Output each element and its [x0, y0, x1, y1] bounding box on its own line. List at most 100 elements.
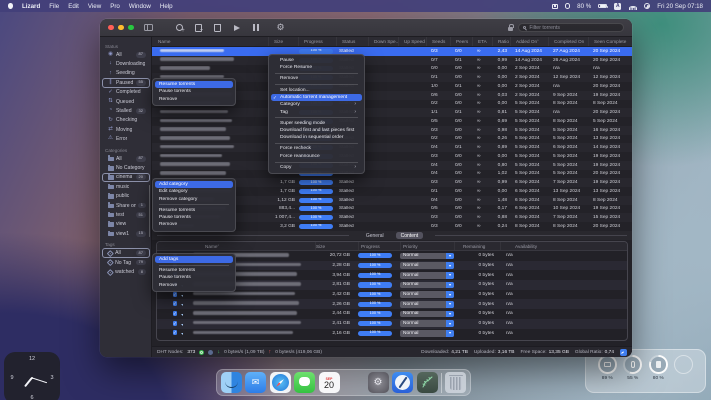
- menu-item-category[interactable]: Category ›: [271, 101, 362, 108]
- sidebar-item-music[interactable]: music: [102, 182, 150, 191]
- menu-item-super-seeding-mode[interactable]: Super seeding mode: [271, 120, 362, 127]
- sidebar-item-watched[interactable]: watched 8: [102, 267, 150, 276]
- add-torrent-file-button[interactable]: [194, 23, 204, 34]
- menu-item-download-first-and-last-pieces-first[interactable]: Download first and last pieces first: [271, 127, 362, 134]
- dock-app-store[interactable]: [343, 372, 364, 393]
- sidebar-item-stalled[interactable]: ◔ Stalled 32: [102, 106, 150, 115]
- column-header-down-spe[interactable]: Down Spe...: [368, 37, 398, 46]
- sidebar-item-queued[interactable]: ⇅ Queued: [102, 97, 150, 106]
- tab-content[interactable]: Content: [395, 232, 424, 239]
- sidebar-item-view1[interactable]: view1 15: [102, 229, 150, 238]
- file-row[interactable]: ✓ 2,16 GB 100 % Normal ▼ 0 bytes n/a: [157, 329, 627, 339]
- priority-dropdown[interactable]: Normal ▼: [400, 310, 454, 318]
- minimize-window-button[interactable]: [118, 24, 124, 31]
- file-column-header-remaining[interactable]: Remaining: [454, 242, 500, 250]
- torrent-row[interactable]: 100 %Stalled1/10/1∞0,815 Sep 2024n/a20 S…: [152, 108, 632, 117]
- sidebar-item-error[interactable]: ⚠ Error: [102, 135, 150, 144]
- menu-item-add-category[interactable]: Add category: [155, 181, 233, 189]
- menubar-clock[interactable]: Fri 20 Sep 07:18: [657, 3, 703, 10]
- torrent-row[interactable]: 100 %Stalled0/30/0∞0,985 Sep 20245 Sep 2…: [152, 125, 632, 135]
- file-row[interactable]: ✓ 2,44 GB 100 % Normal ▼ 0 bytes n/a: [157, 309, 627, 319]
- pause-button[interactable]: [251, 23, 261, 33]
- input-source-icon[interactable]: A: [614, 2, 622, 10]
- sidebar-item-downloading[interactable]: ↓ Downloading: [102, 59, 150, 68]
- speed-limit-icon[interactable]: [620, 348, 627, 356]
- dock-calendar[interactable]: SEP 20: [318, 372, 340, 393]
- file-column-header-priority[interactable]: Priority: [400, 242, 454, 250]
- column-header-ratio[interactable]: Ratio: [492, 37, 510, 46]
- priority-dropdown[interactable]: Normal ▼: [400, 262, 454, 269]
- menubar-menu-help[interactable]: Help: [160, 3, 173, 10]
- column-header-completed-on[interactable]: Completed On: [548, 37, 588, 46]
- priority-dropdown[interactable]: Normal ▼: [400, 330, 454, 337]
- sidebar-item-moving[interactable]: ⇄ Moving: [102, 125, 150, 134]
- delete-button[interactable]: [213, 23, 223, 33]
- menu-item-resume-torrents[interactable]: Resume torrents: [155, 267, 233, 274]
- filter-torrents-input[interactable]: [529, 24, 619, 31]
- menubar-menu-edit[interactable]: Edit: [68, 3, 79, 10]
- menu-item-resume-torrents[interactable]: Resume torrents: [155, 207, 233, 214]
- sidebar-item-all[interactable]: All 87: [101, 248, 150, 258]
- sidebar-item-seeding[interactable]: ↑ Seeding: [102, 69, 150, 78]
- menu-item-remove[interactable]: Remove: [155, 221, 233, 228]
- stage-manager-icon[interactable]: [551, 3, 558, 9]
- file-column-header-availability[interactable]: Availability: [500, 242, 580, 250]
- priority-dropdown[interactable]: Normal ▼: [400, 320, 454, 327]
- file-checkbox[interactable]: ✓: [173, 320, 177, 326]
- sidebar-item-cinema[interactable]: cinema 20: [101, 172, 150, 183]
- menubar-menu-window[interactable]: Window: [129, 3, 151, 10]
- zoom-window-button[interactable]: [128, 24, 134, 31]
- lock-icon[interactable]: [508, 23, 515, 31]
- menubar-app-name[interactable]: Lizard: [22, 3, 40, 10]
- column-header-size[interactable]: Size: [268, 37, 298, 46]
- torrent-row[interactable]: 100 %Stalled0/00/0∞0,002 Sep 2024n/an/a: [152, 65, 632, 74]
- file-column-header-name[interactable]: Name ˆ: [157, 242, 315, 250]
- menu-item-pause-torrents[interactable]: Pause torrents: [155, 274, 233, 281]
- sidebar-item-test[interactable]: test 51: [102, 210, 150, 219]
- column-header-seen-complete[interactable]: Seen Complete: [588, 37, 632, 46]
- menu-item-pause-torrents[interactable]: Pause torrents: [155, 214, 233, 221]
- column-header-progress[interactable]: Progress: [298, 37, 336, 46]
- sidebar-item-all[interactable]: All 87: [102, 154, 150, 163]
- options-button[interactable]: ⚙: [276, 23, 286, 33]
- menu-item-force-resume[interactable]: Force Resume: [271, 64, 362, 71]
- menu-item-force-recheck[interactable]: Force recheck: [271, 145, 362, 152]
- file-checkbox[interactable]: ✓: [173, 291, 177, 297]
- torrent-row[interactable]: 100 % Stalled 0/3 0/0 ∞ 2,43 14 Aug 2024 27 Aug…: [152, 47, 632, 56]
- menu-item-automatic-torrent-management[interactable]: ✓ Automatic torrent management: [271, 93, 362, 102]
- column-header-peers[interactable]: Peers: [450, 37, 472, 46]
- menubar-menu-view[interactable]: View: [88, 3, 101, 10]
- priority-dropdown[interactable]: Normal ▼: [400, 281, 454, 289]
- column-header-up-speed[interactable]: Up Speed: [398, 37, 426, 46]
- column-header-name[interactable]: Name: [152, 37, 268, 46]
- apple-menu-icon[interactable]: [8, 3, 13, 9]
- menu-item-edit-category[interactable]: Edit category: [155, 188, 233, 195]
- sidebar-item-view[interactable]: view: [102, 220, 150, 229]
- torrent-row[interactable]: 100 %Stalled0/20/0∞0,265 Sep 20245 Sep 2…: [152, 135, 632, 144]
- menu-item-copy[interactable]: Copy ›: [271, 164, 362, 171]
- menu-item-set-location[interactable]: Set location...: [271, 87, 362, 94]
- dock-finder[interactable]: [220, 372, 242, 393]
- control-center-icon[interactable]: [564, 3, 571, 9]
- menu-item-pause-torrents[interactable]: Pause torrents: [155, 88, 233, 95]
- sidebar-item-paused[interactable]: ∥ Paused 55: [101, 78, 150, 88]
- dock-messages[interactable]: [294, 372, 315, 393]
- menu-item-resume-torrents[interactable]: Resume torrents: [155, 81, 233, 89]
- priority-dropdown[interactable]: Normal ▼: [400, 271, 454, 279]
- dock-trash[interactable]: [445, 372, 467, 393]
- dock-lizard[interactable]: [416, 372, 438, 393]
- sidebar-scrollbar[interactable]: [148, 185, 151, 237]
- tab-general[interactable]: General: [361, 232, 389, 239]
- priority-dropdown[interactable]: Normal ▼: [400, 252, 454, 260]
- file-checkbox[interactable]: ✓: [173, 310, 177, 316]
- file-row[interactable]: ✓ 2,26 GB 100 % Normal ▼ 0 bytes n/a: [157, 299, 627, 310]
- file-checkbox[interactable]: ✓: [173, 330, 177, 336]
- column-header-status[interactable]: Status: [336, 37, 368, 46]
- wifi-icon[interactable]: [628, 3, 637, 10]
- sidebar-item-checking[interactable]: ↻ Checking: [102, 116, 150, 125]
- titlebar[interactable]: ⚙: [100, 19, 632, 37]
- menu-item-tag[interactable]: Tag ›: [271, 109, 362, 116]
- torrent-row[interactable]: 100 %Stalled0/50/0∞0,695 Sep 20248 Sep 2…: [152, 117, 632, 126]
- column-header-seeds[interactable]: Seeds: [426, 37, 450, 46]
- close-window-button[interactable]: [108, 24, 114, 31]
